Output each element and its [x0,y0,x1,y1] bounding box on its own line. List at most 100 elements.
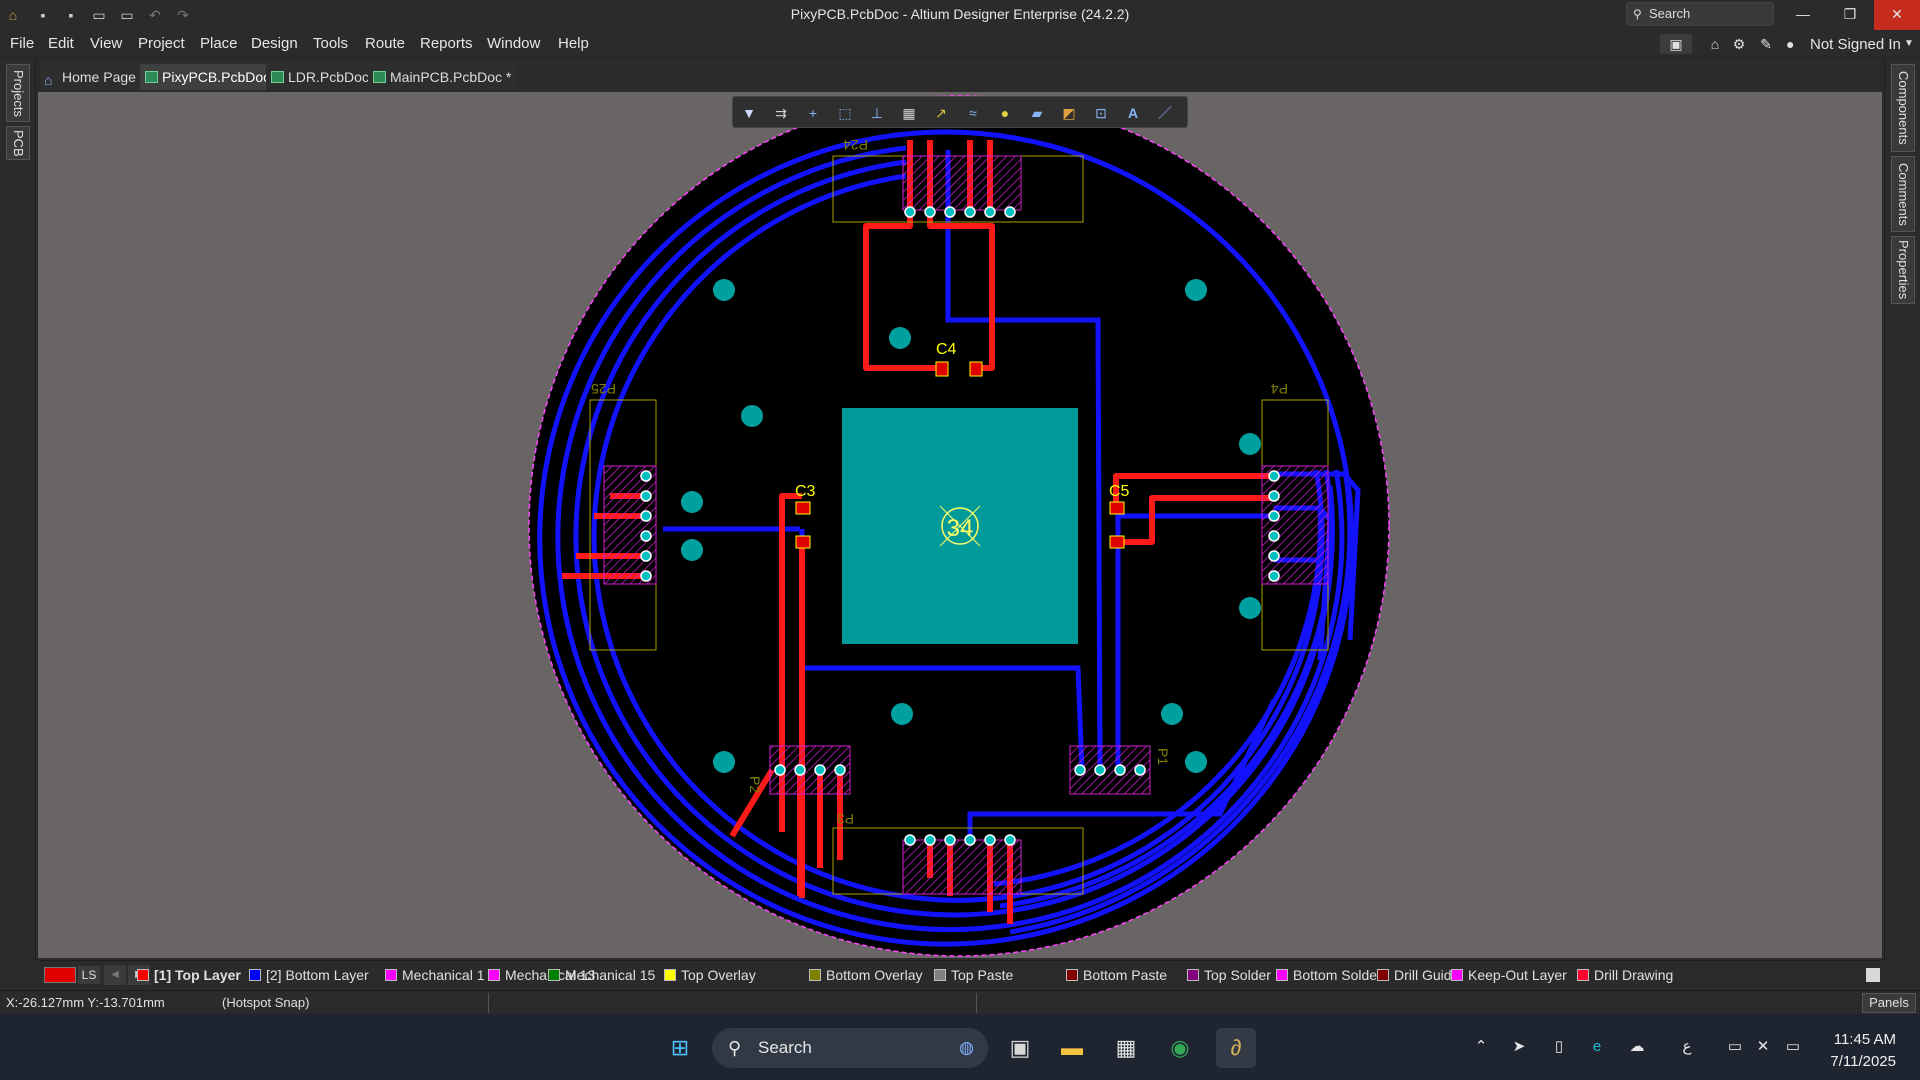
save-all-icon[interactable]: ▪ [62,6,80,24]
edge-icon[interactable]: e [1586,1036,1608,1058]
tab-pixypcb[interactable]: PixyPCB.PcbDoc [140,64,277,90]
layer-tab-1-top-layer[interactable]: [1] Top Layer [136,965,241,985]
menu-window[interactable]: Window [487,35,540,52]
panel-tab-components[interactable]: Components [1891,64,1915,152]
menu-project[interactable]: Project [138,35,185,52]
file-explorer-icon[interactable]: ▬ [1052,1028,1092,1068]
panel-tab-projects[interactable]: Projects [6,64,30,122]
layer-tab-label: Top Paste [951,967,1014,983]
layer-tab-top-overlay[interactable]: Top Overlay [663,965,756,985]
diff-pair-icon[interactable]: ≈ [961,101,985,125]
restore-button[interactable]: ❐ [1827,0,1873,30]
pcb-workspace[interactable]: 34 C4 C3 C5 P24 P25 P4 P3 P2 P1 [38,92,1882,958]
battery-icon[interactable]: ▭ [1782,1036,1804,1058]
menu-route[interactable]: Route [365,35,405,52]
layer-scroll-left-icon[interactable]: ◀ [104,965,126,985]
usb-icon[interactable]: ▯ [1548,1036,1570,1058]
panel-tab-pcb[interactable]: PCB [6,126,30,160]
minimize-button[interactable]: — [1780,0,1826,30]
task-view-icon[interactable]: ▣ [1000,1028,1040,1068]
undo-icon[interactable]: ↶ [146,6,164,24]
interactive-select-icon[interactable]: ⇉ [769,101,793,125]
open-project-icon[interactable]: ▭ [118,6,136,24]
panel-tab-properties[interactable]: Properties [1891,236,1915,304]
layer-tab-keep-out-layer[interactable]: Keep-Out Layer [1450,965,1567,985]
layer-tab-drill-drawing[interactable]: Drill Drawing [1576,965,1673,985]
polygon-icon[interactable]: ▰ [1025,101,1049,125]
menu-view[interactable]: View [90,35,122,52]
text-icon[interactable]: A [1121,101,1145,125]
component-icon[interactable]: ▦ [897,101,921,125]
volume-muted-icon[interactable]: ✕ [1752,1036,1774,1058]
tab-ldr[interactable]: LDR.PcbDoc [266,64,375,90]
chevron-up-icon[interactable]: ⌃ [1470,1036,1492,1058]
designator-p1: P1 [1155,748,1171,765]
user-signin-label[interactable]: Not Signed In [1810,36,1901,53]
widget-globe-icon: ◍ [959,1038,974,1057]
feedback-icon[interactable]: ▣ [1660,34,1692,54]
dimension-icon[interactable]: ⊡ [1089,101,1113,125]
panels-button[interactable]: Panels [1862,993,1916,1013]
layer-tab-mechanical-15[interactable]: Mechanical 15 [547,965,655,985]
layer-tab-bottom-solder[interactable]: Bottom Solder [1275,965,1382,985]
altium-taskbar-icon[interactable]: ∂ [1216,1028,1256,1068]
taskbar-search[interactable]: ⚲ Search ◍ [712,1028,988,1068]
menu-design[interactable]: Design [251,35,298,52]
windows-start-icon[interactable]: ⊞ [660,1028,700,1068]
menu-help[interactable]: Help [558,35,589,52]
search-icon: ⚲ [728,1038,742,1058]
redo-icon[interactable]: ↷ [174,6,192,24]
layer-set-button[interactable]: LS [78,966,100,984]
layer-tab-2-bottom-layer[interactable]: [2] Bottom Layer [248,965,369,985]
tab-mainpcb[interactable]: MainPCB.PcbDoc * [368,64,518,90]
menu-place[interactable]: Place [200,35,238,52]
home-icon: ⌂ [44,72,53,88]
designator-c4: C4 [936,341,957,358]
filter-icon[interactable]: ▼ [737,101,761,125]
chrome-icon[interactable]: ◉ [1160,1028,1200,1068]
layer-color-swatch [249,969,261,981]
search-icon: ⚲ [1633,7,1642,21]
pcb-canvas[interactable]: 34 C4 C3 C5 P24 P25 P4 P3 P2 P1 [38,92,1882,958]
network-icon[interactable]: ▭ [1724,1036,1746,1058]
menu-edit[interactable]: Edit [48,35,74,52]
layer-tab-label: [1] Top Layer [154,967,241,983]
telegram-icon[interactable]: ➤ [1508,1036,1530,1058]
layer-tab-bottom-overlay[interactable]: Bottom Overlay [808,965,922,985]
layer-color-swatch [385,969,397,981]
layer-tab-bottom-paste[interactable]: Bottom Paste [1065,965,1167,985]
align-icon[interactable]: ⊥ [865,101,889,125]
layer-tab-drill-guide[interactable]: Drill Guide [1376,965,1459,985]
clock-time[interactable]: 11:45 AM [1816,1031,1896,1048]
layer-tab-top-solder[interactable]: Top Solder [1186,965,1271,985]
crosshair-icon[interactable]: + [801,101,825,125]
layer-tab-top-paste[interactable]: Top Paste [933,965,1013,985]
gear-icon[interactable]: ⚙ [1728,34,1750,54]
language-indicator-icon[interactable]: ع [1676,1036,1698,1058]
close-button[interactable]: ✕ [1874,0,1920,30]
layer-color-swatch [1066,969,1078,981]
current-layer-swatch[interactable] [44,967,76,983]
settings-toggle-icon[interactable]: ✎ [1755,34,1777,54]
menu-reports[interactable]: Reports [420,35,473,52]
title-search-box[interactable]: ⚲ Search [1626,2,1774,26]
home-icon[interactable]: ⌂ [1704,34,1726,54]
layer-tab-label: Mechanical 15 [565,967,656,983]
save-icon[interactable]: ▪ [34,6,52,24]
chevron-down-icon[interactable]: ▼ [1904,38,1914,49]
layer-options-swatch[interactable] [1866,968,1880,982]
menu-tools[interactable]: Tools [313,35,348,52]
layer-tab-mechanical-1[interactable]: Mechanical 1 [384,965,485,985]
menu-file[interactable]: File [10,35,34,52]
via-icon[interactable]: ● [993,101,1017,125]
line-icon[interactable]: ／ [1153,101,1177,125]
region-icon[interactable]: ◩ [1057,101,1081,125]
open-folder-icon[interactable]: ▭ [90,6,108,24]
clock-date[interactable]: 7/11/2025 [1816,1053,1896,1070]
panel-tab-comments[interactable]: Comments [1891,156,1915,232]
tab-home-page[interactable]: ⌂ Home Page [40,64,142,90]
microsoft-store-icon[interactable]: ▦ [1106,1028,1146,1068]
onedrive-icon[interactable]: ☁ [1626,1036,1648,1058]
route-icon[interactable]: ↗ [929,101,953,125]
select-area-icon[interactable]: ⬚ [833,101,857,125]
